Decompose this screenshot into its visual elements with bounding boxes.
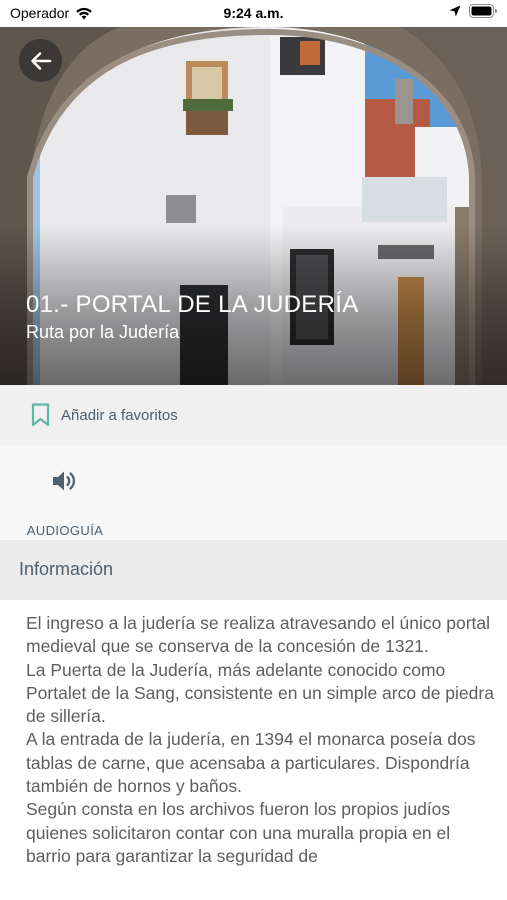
bookmark-icon bbox=[31, 403, 50, 427]
status-bar: Operador 9:24 a.m. bbox=[0, 0, 507, 27]
status-time: 9:24 a.m. bbox=[223, 5, 284, 21]
location-arrow-icon bbox=[449, 5, 461, 17]
information-section-header: Información bbox=[0, 540, 507, 600]
back-button[interactable] bbox=[19, 39, 62, 82]
back-arrow-icon bbox=[30, 51, 52, 71]
info-paragraph: El ingreso a la judería se realiza atrav… bbox=[26, 613, 491, 657]
info-paragraph: A la entrada de la judería, en 1394 el m… bbox=[26, 729, 476, 797]
speaker-icon bbox=[52, 469, 78, 498]
information-body: El ingreso a la judería se realiza atrav… bbox=[26, 612, 496, 868]
audioguide-button[interactable]: AUDIOGUÍA bbox=[18, 465, 112, 538]
info-paragraph: Según consta en los archivos fueron los … bbox=[26, 799, 451, 866]
hero-image: 01.- PORTAL DE LA JUDERÍA Ruta por la Ju… bbox=[0, 27, 507, 385]
add-to-favorites-button[interactable]: Añadir a favoritos bbox=[0, 385, 507, 445]
status-right bbox=[449, 4, 497, 18]
battery-icon bbox=[469, 4, 497, 18]
info-paragraph: La Puerta de la Judería, más adelante co… bbox=[26, 659, 494, 727]
screen: Operador 9:24 a.m. 01.- PORTAL DE LA JUD… bbox=[0, 0, 507, 900]
page-subtitle: Ruta por la Judería bbox=[26, 322, 180, 342]
add-to-favorites-label: Añadir a favoritos bbox=[61, 406, 178, 424]
audio-section: AUDIOGUÍA bbox=[0, 445, 507, 540]
information-title: Información bbox=[19, 559, 114, 579]
page-title: 01.- PORTAL DE LA JUDERÍA bbox=[26, 291, 359, 318]
audioguide-label: AUDIOGUÍA bbox=[26, 523, 104, 538]
